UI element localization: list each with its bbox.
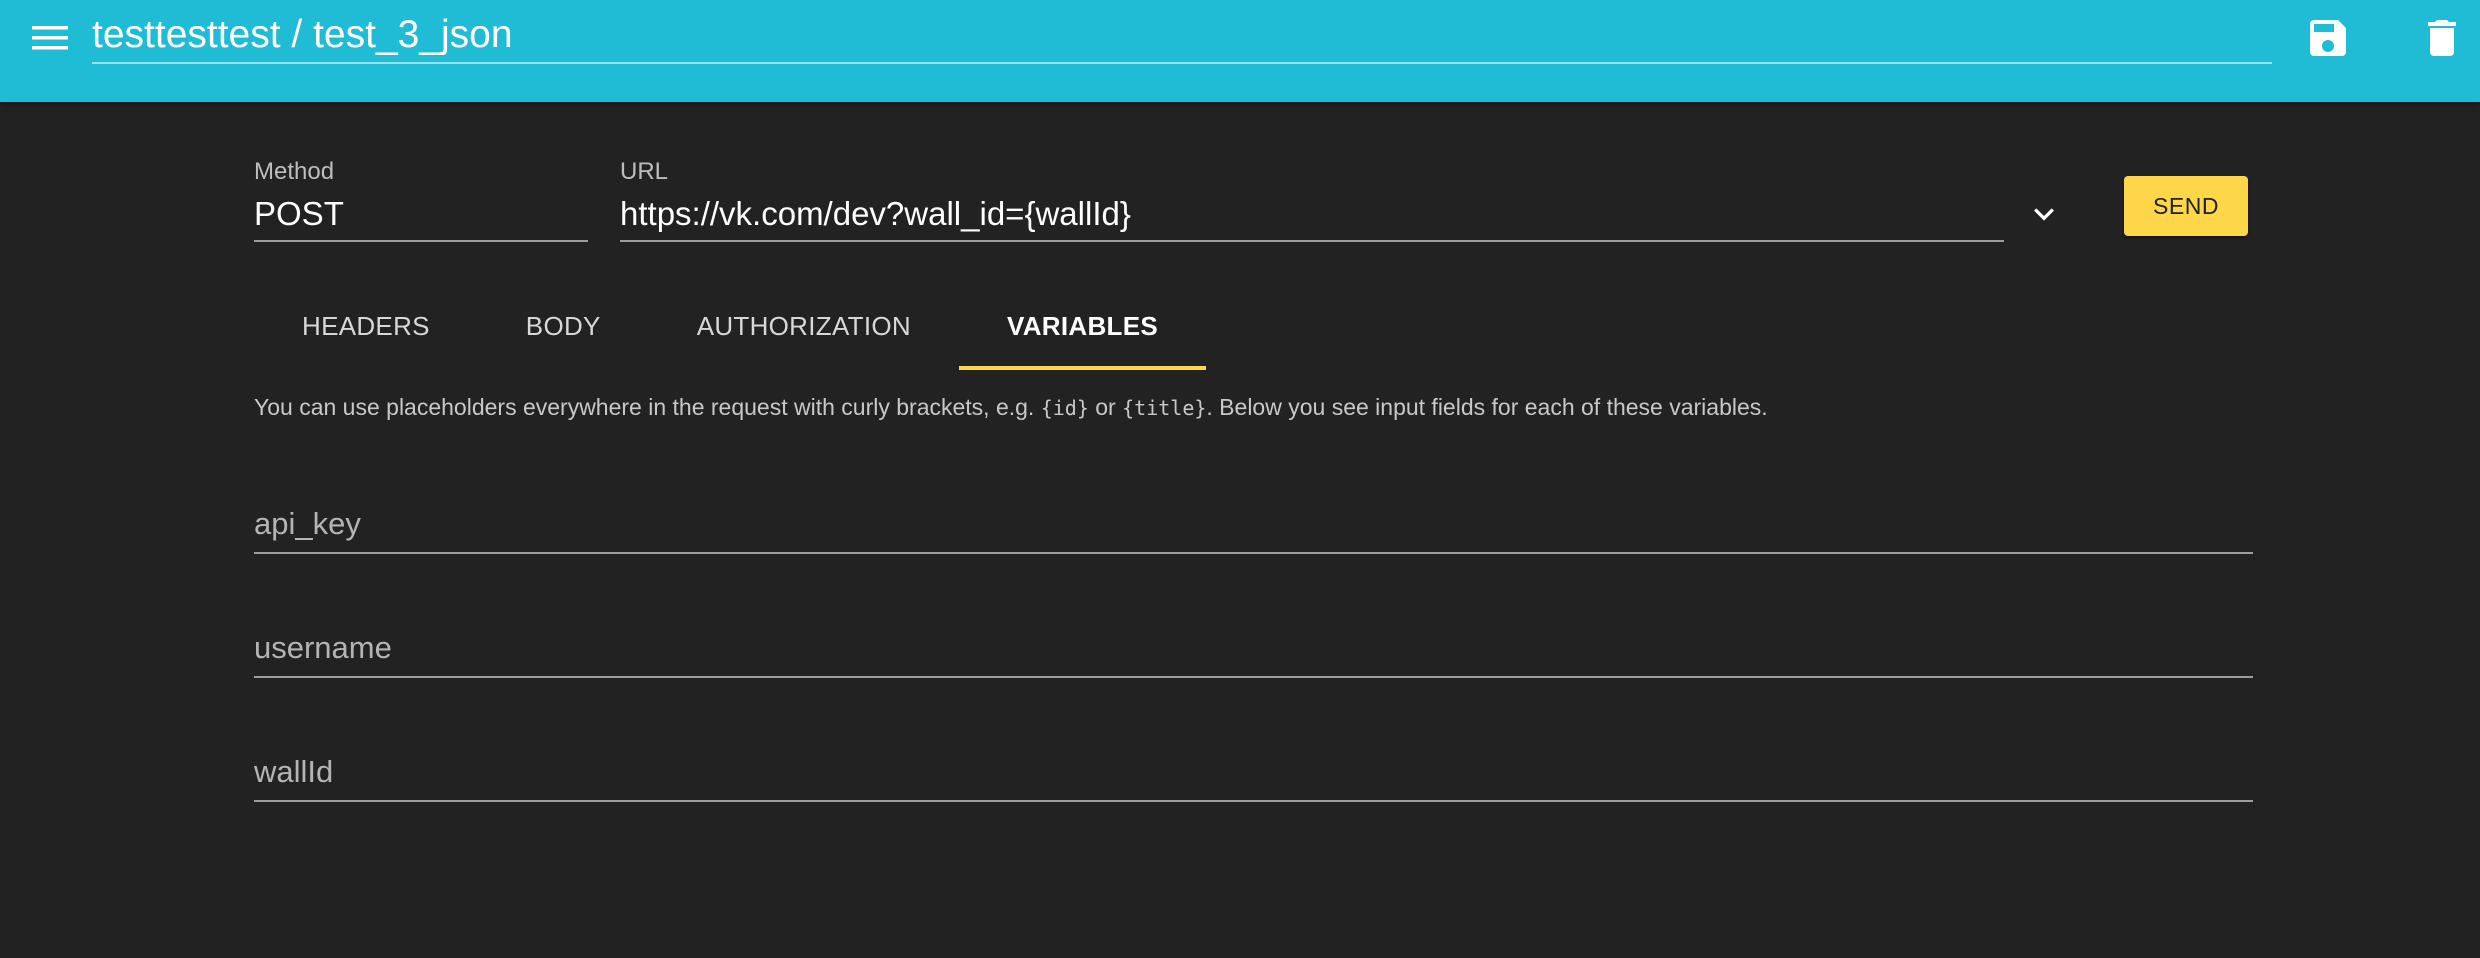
help-code-id: {id} [1040, 396, 1089, 420]
method-field[interactable] [254, 190, 588, 242]
save-icon[interactable] [2304, 14, 2352, 62]
chevron-down-icon[interactable] [2024, 194, 2064, 234]
request-tabs: HEADERS BODY AUTHORIZATION VARIABLES [254, 282, 1207, 370]
variable-field-wallid[interactable] [254, 744, 2253, 802]
variable-field-api-key[interactable] [254, 496, 2253, 554]
tab-variables[interactable]: VARIABLES [959, 282, 1207, 370]
collection-title-input[interactable] [92, 8, 2272, 62]
collection-title-field[interactable] [92, 8, 2272, 64]
variable-input-username[interactable] [254, 620, 2253, 676]
tab-body[interactable]: BODY [478, 282, 649, 370]
tab-headers[interactable]: HEADERS [254, 282, 478, 370]
variable-input-api-key[interactable] [254, 496, 2253, 552]
url-field[interactable] [620, 190, 2004, 242]
tab-authorization[interactable]: AUTHORIZATION [649, 282, 959, 370]
method-input[interactable] [254, 190, 588, 238]
variable-input-wallid[interactable] [254, 744, 2253, 800]
menu-icon[interactable] [28, 20, 74, 56]
help-text-prefix: You can use placeholders everywhere in t… [254, 394, 1041, 420]
send-button[interactable]: SEND [2124, 176, 2248, 236]
method-label: Method [254, 158, 335, 185]
delete-icon[interactable] [2418, 14, 2466, 62]
variable-field-username[interactable] [254, 620, 2253, 678]
help-code-title: {title} [1122, 396, 1207, 420]
help-text-suffix: . Below you see input fields for each of… [1206, 394, 1768, 420]
help-text-or: or [1088, 394, 1123, 420]
url-label: URL [620, 158, 669, 185]
url-input[interactable] [620, 190, 2004, 238]
variables-help-text: You can use placeholders everywhere in t… [254, 394, 1768, 421]
app-bar [0, 0, 2480, 102]
